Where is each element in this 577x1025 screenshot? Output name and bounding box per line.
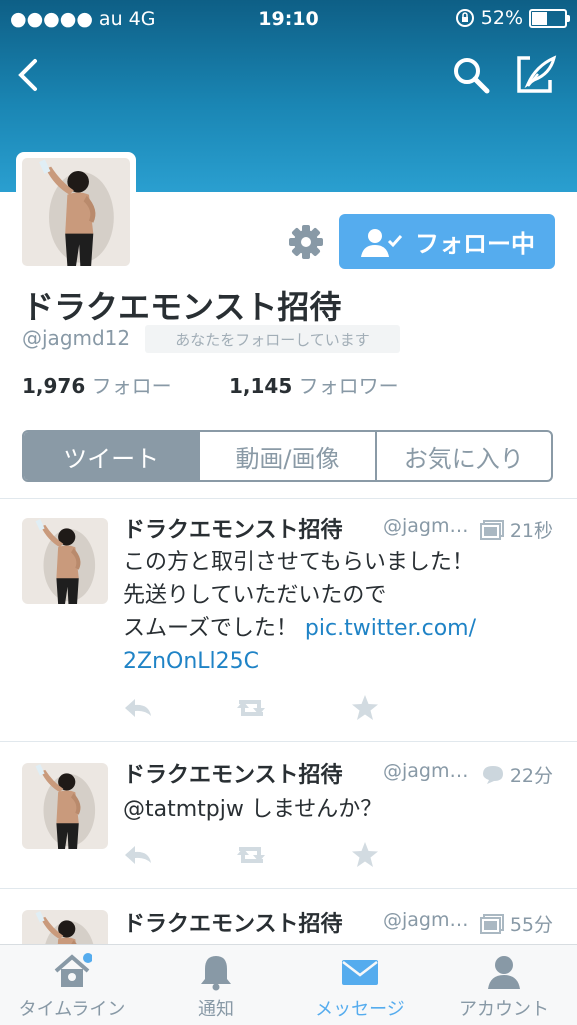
reply-bubble-icon [482, 765, 503, 784]
battery-icon [529, 8, 570, 28]
tab-timeline[interactable]: タイムライン [0, 945, 144, 1025]
compose-icon[interactable] [516, 54, 558, 94]
search-icon[interactable] [452, 56, 490, 94]
profile-avatar[interactable] [16, 152, 136, 272]
tweet[interactable]: ドラクエモンスト招待 @jagm… 22分 @tatmtpjw しませんか？ [0, 741, 577, 887]
tab-bar: タイムライン 通知 メッセージ アカウント [0, 944, 577, 1025]
bell-icon [201, 956, 231, 991]
envelope-icon [342, 960, 378, 985]
battery-percent: 52% [480, 7, 523, 29]
tab-media[interactable]: 動画/画像 [198, 432, 374, 480]
home-icon [54, 953, 92, 987]
profile-name: ドラクエモンスト招待 [22, 288, 342, 326]
followers-count: 1,145 [229, 374, 293, 398]
retweet-icon[interactable] [233, 696, 269, 720]
reply-icon[interactable] [123, 696, 153, 720]
tweet-text: @tatmtpjw しませんか？ [123, 797, 383, 822]
tweet-text: この方と取引させてもらいました！ 先送りしていただいたので スムーズでした！ p… [123, 546, 476, 678]
followers-stat[interactable]: 1,145 フォロワー [229, 370, 399, 399]
tweet-author-name: ドラクエモンスト招待 [123, 518, 343, 543]
person-icon [488, 956, 520, 989]
gallery-icon [479, 519, 504, 540]
tweet-author-handle: @jagm… [383, 909, 469, 931]
following-label: フォロー中 [415, 230, 535, 258]
tab-tweets[interactable]: ツイート [24, 432, 199, 480]
tweet-author-handle: @jagm… [383, 760, 469, 782]
gear-icon[interactable] [288, 224, 324, 260]
tweet-link-cont[interactable]: 2ZnOnLl25C [123, 645, 476, 678]
tweet-author-name: ドラクエモンスト招待 [123, 912, 343, 937]
status-bar: ●●●●● au 4G 19:10 52% [0, 0, 577, 38]
tab-account[interactable]: アカウント [432, 945, 576, 1025]
rotation-lock-icon [455, 9, 474, 27]
tweet-link[interactable]: pic.twitter.com/ [305, 616, 476, 641]
retweet-icon[interactable] [233, 843, 269, 867]
gallery-icon [479, 913, 504, 934]
tab-favorites[interactable]: お気に入り [374, 432, 551, 480]
tweet-time: 55分 [509, 914, 553, 936]
favorite-icon[interactable] [351, 841, 379, 869]
profile-handle: @jagmd12 [22, 326, 131, 350]
tweet-avatar[interactable] [22, 910, 108, 944]
tweet-time: 22分 [509, 765, 553, 787]
user-check-icon [361, 228, 403, 257]
follows-you-badge: あなたをフォローしています [145, 325, 400, 353]
followers-stat-label: フォロワー [298, 374, 399, 398]
back-icon[interactable] [16, 58, 40, 92]
tweet-avatar[interactable] [22, 763, 108, 849]
following-stat[interactable]: 1,976 フォロー [22, 370, 172, 399]
tweet-time: 21秒 [509, 520, 553, 542]
tweet-avatar[interactable] [22, 518, 108, 604]
favorite-icon[interactable] [351, 694, 379, 722]
profile-tabs: ツイート 動画/画像 お気に入り [22, 430, 553, 482]
following-count: 1,976 [22, 374, 86, 398]
following-stat-label: フォロー [91, 374, 172, 398]
tweet[interactable]: ドラクエモンスト招待 @jagm… 55分 [0, 888, 577, 944]
tab-notifications[interactable]: 通知 [144, 945, 288, 1025]
tweet[interactable]: ドラクエモンスト招待 @jagm… 21秒 この方と取引させてもらいました！ 先… [0, 498, 577, 740]
tweet-author-name: ドラクエモンスト招待 [123, 763, 343, 788]
following-button[interactable]: フォロー中 [339, 214, 555, 269]
tweet-author-handle: @jagm… [383, 515, 469, 537]
tab-messages[interactable]: メッセージ [288, 945, 432, 1025]
reply-icon[interactable] [123, 843, 153, 867]
